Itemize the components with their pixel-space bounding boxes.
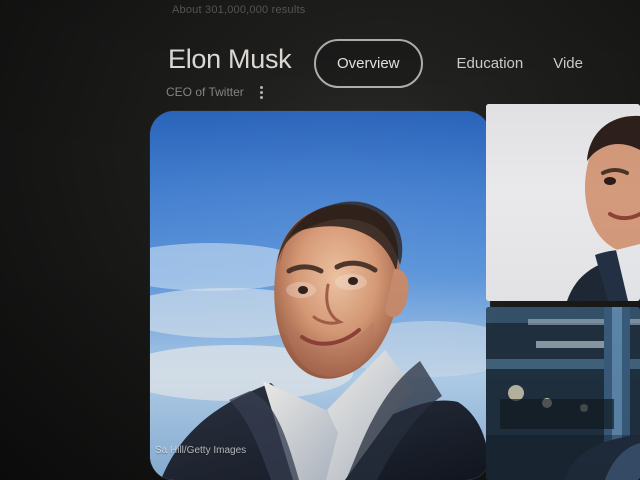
- entity-tabs: Overview Education Vide: [314, 39, 583, 88]
- thumbnail-portrait: [486, 104, 640, 301]
- results-count-text: About 301,000,000 results: [172, 4, 306, 16]
- thumbnail-image-bottom[interactable]: [486, 307, 640, 480]
- search-knowledge-panel-screen: About 301,000,000 results Elon Musk CEO …: [0, 0, 640, 480]
- photo-credit: Sa Hill/Getty Images: [155, 445, 247, 456]
- entity-subtitle: CEO of Twitter: [166, 85, 244, 99]
- portrait-photo: [150, 111, 490, 480]
- entity-subtitle-row: CEO of Twitter: [166, 85, 263, 99]
- tab-education[interactable]: Education: [457, 55, 524, 72]
- more-vertical-icon[interactable]: [259, 85, 263, 99]
- tab-overview[interactable]: Overview: [314, 39, 423, 88]
- thumbnail-image-top[interactable]: [486, 104, 640, 301]
- entity-title: Elon Musk: [168, 44, 292, 74]
- main-entity-photo[interactable]: Sa Hill/Getty Images: [150, 111, 490, 480]
- tab-videos[interactable]: Vide: [553, 55, 583, 72]
- thumbnail-event-photo: [486, 307, 640, 480]
